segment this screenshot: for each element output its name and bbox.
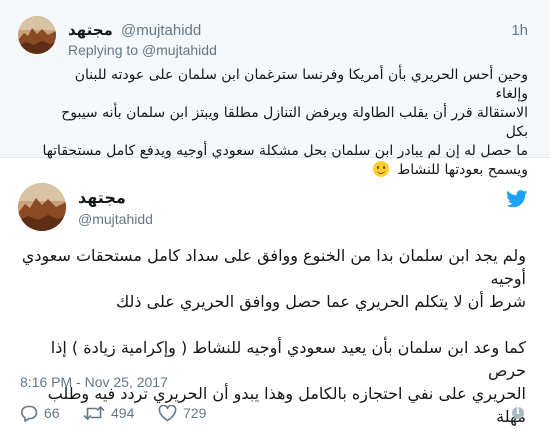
parent-handle[interactable]: @mujtahidd (121, 22, 201, 39)
author-avatar[interactable] (18, 183, 66, 231)
info-icon[interactable] (512, 406, 524, 419)
retweet-button[interactable]: 494 (83, 403, 134, 423)
parent-tweet[interactable]: مجتهد @mujtahidd 1h Replying to @mujtahi… (0, 0, 550, 178)
parent-display-name[interactable]: مجتهد (68, 22, 113, 39)
replying-to-line: Replying to @mujtahidd (68, 42, 217, 58)
parent-tweet-text: وحين أحس الحريري بأن أمريكا وفرنسا سترغم… (40, 66, 528, 180)
twitter-bird-icon[interactable] (506, 190, 528, 208)
retweet-icon (83, 406, 105, 420)
text-line: ويسمح بعودتها للنشاط (397, 162, 528, 178)
tweet-timestamp[interactable]: 8:16 PM - Nov 25, 2017 (20, 374, 168, 390)
parent-timestamp[interactable]: 1h (511, 22, 528, 39)
text-line: وحين أحس الحريري بأن أمريكا وفرنسا سترغم… (74, 67, 528, 102)
text-line: ولم يجد ابن سلمان بدا من الخنوع ووافق عل… (21, 246, 526, 288)
author-handle[interactable]: @mujtahidd (78, 211, 153, 227)
tweet-text: ولم يجد ابن سلمان بدا من الخنوع ووافق عل… (16, 244, 526, 428)
text-line: ما حصل له إن لم يبادر ابن سلمان بحل مشكل… (42, 143, 528, 159)
author-display-name[interactable]: مجتهد (78, 188, 126, 208)
smiling-face-icon (372, 161, 389, 177)
reply-count: 66 (44, 405, 60, 421)
reply-button[interactable]: 66 (20, 403, 60, 423)
parent-avatar[interactable] (18, 16, 56, 54)
replying-to-label: Replying to (68, 42, 139, 58)
replying-to-link[interactable]: @mujtahidd (142, 42, 217, 58)
heart-icon (158, 404, 177, 421)
retweet-count: 494 (111, 405, 135, 421)
like-count: 729 (183, 405, 207, 421)
reply-icon (21, 405, 38, 422)
text-line: شرط أن لا يتكلم الحريري عما حصل ووافق ال… (116, 292, 526, 311)
text-line: الاستقالة قرر أن يقلب الطاولة ويرفض التن… (61, 105, 528, 140)
like-button[interactable]: 729 (158, 403, 206, 423)
